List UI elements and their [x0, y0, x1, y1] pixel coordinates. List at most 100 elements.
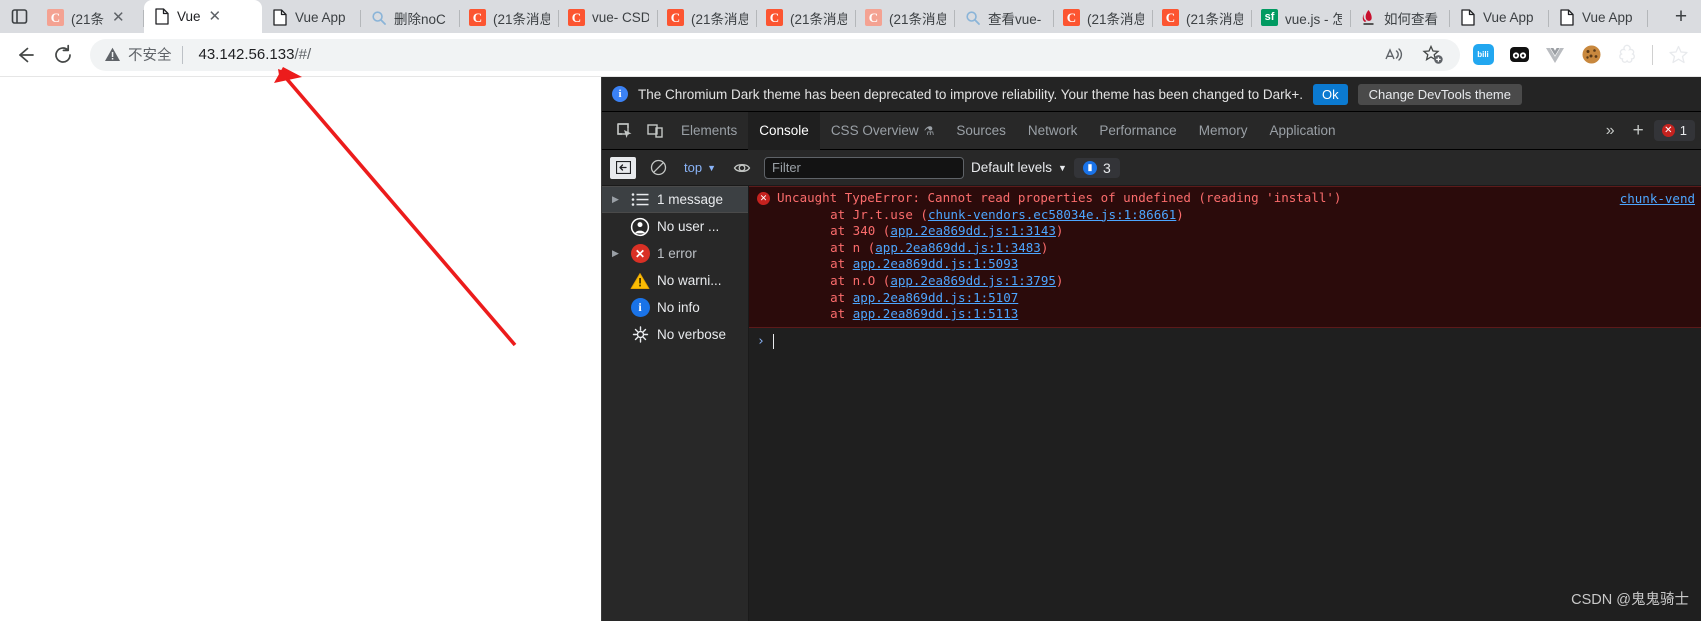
stack-frame-link[interactable]: chunk-vendors.ec58034e.js:1:86661 — [928, 207, 1176, 224]
browser-tab[interactable]: C (21条消息 — [1153, 2, 1252, 33]
error-dot-icon: ✕ — [1661, 124, 1675, 137]
chevron-down-icon: ▼ — [1058, 162, 1067, 173]
extensions-puzzle-icon[interactable] — [1616, 44, 1638, 66]
devtools-tab-label: Elements — [681, 123, 738, 138]
devtools-tab-console[interactable]: Console — [748, 111, 820, 150]
console-sidebar-row[interactable]: ▶No verbose — [602, 321, 748, 348]
clear-console-button[interactable] — [643, 153, 673, 183]
csdn-favicon: C — [568, 9, 585, 26]
collections-icon[interactable] — [1667, 44, 1689, 66]
security-label: 不安全 — [128, 48, 172, 64]
back-button[interactable] — [8, 38, 42, 72]
console-filter-input[interactable]: Filter — [764, 156, 964, 179]
vue-devtools-icon[interactable] — [1544, 44, 1566, 66]
expand-triangle-icon[interactable]: ▶ — [612, 248, 623, 259]
tab-search-button[interactable] — [0, 0, 38, 33]
tab-close-button[interactable]: ✕ — [111, 10, 126, 25]
reload-button[interactable] — [46, 38, 80, 72]
console-sidebar-row[interactable]: ▶No warni... — [602, 267, 748, 294]
browser-tab[interactable]: Vue App — [262, 2, 361, 33]
info-icon: i — [612, 86, 628, 102]
user-message-icon — [629, 216, 651, 238]
banner-ok-button[interactable]: Ok — [1313, 83, 1348, 105]
stack-frame-link[interactable]: app.2ea869dd.js:1:5093 — [853, 256, 1019, 273]
reload-icon — [55, 44, 71, 63]
console-sidebar-row[interactable]: ▶ ✕ 1 error — [602, 240, 748, 267]
inspect-element-button[interactable] — [610, 116, 640, 146]
browser-tab[interactable]: Cvue- CSD — [559, 2, 658, 33]
browser-tab[interactable]: 查看vue- — [955, 2, 1054, 33]
stack-frame-link[interactable]: app.2ea869dd.js:1:3483 — [875, 240, 1041, 257]
clear-console-icon — [650, 159, 666, 176]
new-tab-button[interactable]: + — [1661, 0, 1701, 33]
devtools-tab-memory[interactable]: Memory — [1188, 112, 1259, 150]
devtools-tab-elements[interactable]: Elements — [670, 112, 748, 150]
tab-close-button[interactable]: ✕ — [208, 9, 223, 24]
warning-triangle-icon — [105, 47, 120, 61]
console-error-entry[interactable]: chunk-vend ✕ Uncaught TypeError: Cannot … — [749, 186, 1701, 328]
change-devtools-theme-button[interactable]: Change DevTools theme — [1357, 83, 1522, 105]
prompt-arrow-icon: › — [757, 333, 765, 349]
execution-context-select[interactable]: top ▼ — [680, 158, 720, 177]
browser-tab[interactable]: Vue ✕ — [144, 0, 262, 33]
issues-count: 3 — [1102, 159, 1111, 176]
browser-tab[interactable]: Vue App — [1450, 2, 1549, 33]
log-levels-select[interactable]: Default levels ▼ — [971, 160, 1067, 175]
panda-extension-icon[interactable] — [1508, 44, 1530, 66]
devtools-tab-performance[interactable]: Performance — [1088, 112, 1187, 150]
tab-title: Vue App — [1483, 10, 1534, 25]
stack-frame-link[interactable]: app.2ea869dd.js:1:5113 — [853, 306, 1019, 323]
add-panel-button[interactable]: + — [1623, 120, 1654, 142]
text-caret — [772, 333, 774, 349]
device-toolbar-button[interactable] — [640, 116, 670, 146]
devtools-tab-network[interactable]: Network — [1017, 112, 1089, 150]
tab-title: (21条消息 — [790, 11, 847, 27]
browser-tab[interactable]: C (21条消息 — [658, 2, 757, 33]
devtools-tab-label: Performance — [1099, 123, 1177, 138]
more-panels-button[interactable]: » — [1598, 122, 1623, 140]
cookie-editor-icon[interactable] — [1580, 44, 1602, 66]
devtools-tab-css-overview[interactable]: CSS Overview ⚗ — [820, 112, 946, 150]
issues-badge[interactable]: ▮ 3 — [1073, 157, 1120, 178]
browser-tab[interactable]: 如何查看 — [1351, 2, 1450, 33]
devtools-tab-application[interactable]: Application — [1258, 112, 1346, 150]
error-count-badge[interactable]: ✕ 1 — [1653, 120, 1695, 141]
console-sidebar-row[interactable]: ▶iNo info — [602, 294, 748, 321]
browser-tab[interactable]: C (21条消息 — [757, 2, 856, 33]
url-text[interactable]: 43.142.56.133/#/ — [199, 46, 1369, 63]
security-indicator[interactable]: 不安全 — [104, 44, 172, 65]
browser-tab[interactable]: sf vue.js - 怎 — [1252, 2, 1351, 33]
console-sidebar-row[interactable]: ▶ 1 message — [602, 186, 748, 213]
stack-frame: at app.2ea869dd.js:1:5093 — [749, 256, 1701, 273]
add-favorite-button[interactable] — [1416, 38, 1450, 72]
verbose-icon — [629, 324, 651, 346]
browser-tab[interactable]: C (21条消息 — [460, 2, 559, 33]
console-sidebar-row[interactable]: ▶No user ... — [602, 213, 748, 240]
console-sidebar-toggle-button[interactable] — [610, 156, 636, 179]
address-bar[interactable]: 不安全 43.142.56.133/#/ — [90, 38, 1460, 72]
cookie-icon — [1582, 45, 1600, 64]
stack-frame-link[interactable]: app.2ea869dd.js:1:3143 — [890, 223, 1056, 240]
live-expression-button[interactable] — [727, 153, 757, 183]
stack-frame-prefix: at — [800, 306, 853, 322]
console-sidebar-toggle-icon — [615, 161, 631, 174]
stack-frame-link[interactable]: app.2ea869dd.js:1:3795 — [890, 273, 1056, 290]
bilibili-extension-icon[interactable]: bili — [1472, 44, 1494, 66]
browser-tab[interactable]: C (21条消息 — [856, 2, 955, 33]
expand-triangle-icon[interactable]: ▶ — [612, 194, 623, 205]
devtools-tab-sources[interactable]: Sources — [945, 112, 1017, 150]
console-prompt[interactable]: › — [749, 328, 1701, 349]
browser-tab[interactable]: C (21条消息 — [1054, 2, 1153, 33]
experiment-flask-icon: ⚗ — [923, 123, 935, 138]
read-aloud-button[interactable] — [1376, 38, 1410, 72]
stack-frame-link[interactable]: app.2ea869dd.js:1:5107 — [853, 290, 1019, 307]
browser-tab[interactable]: 删除noC — [361, 2, 460, 33]
back-arrow-icon — [19, 47, 34, 62]
csdn-favicon: C — [47, 9, 64, 26]
console-sidebar-label: 1 error — [657, 246, 697, 261]
console-output: chunk-vend ✕ Uncaught TypeError: Cannot … — [749, 186, 1701, 621]
page-icon — [272, 9, 287, 26]
browser-tab[interactable]: C (21条 ✕ — [38, 2, 144, 33]
error-source-link[interactable]: chunk-vend — [1620, 191, 1695, 208]
browser-tab[interactable]: Vue App — [1549, 2, 1648, 33]
